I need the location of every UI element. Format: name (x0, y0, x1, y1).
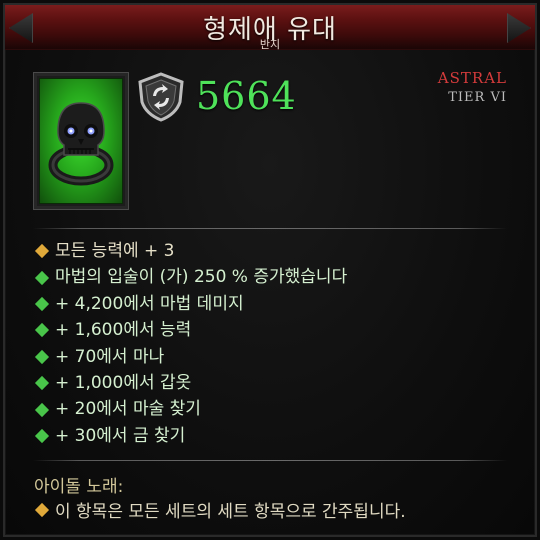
item-type: 반지 (259, 38, 281, 51)
item-image-background (39, 78, 123, 204)
affix-text: + 4,200에서 마법 데미지 (55, 293, 244, 314)
item-tier: TIER VI (448, 90, 507, 105)
diamond-bullet-icon (34, 323, 50, 338)
diamond-bullet-icon (34, 296, 50, 312)
diamond-bullet-icon (34, 376, 50, 391)
diamond-bullet-icon (34, 270, 50, 285)
diamond-bullet-icon (34, 244, 50, 259)
affix-row: + 4,200에서 마법 데미지 (34, 291, 347, 317)
affix-row: + 70에서 마나 (34, 344, 347, 370)
affix-text: 마법의 입술이 (가) 250 % 증가했습니다 (55, 267, 348, 288)
affix-text: 모든 능력에 + 3 (55, 241, 175, 261)
affix-row: + 1,000에서 갑옷 (34, 370, 347, 396)
diamond-bullet-icon (34, 502, 50, 517)
diamond-bullet-icon (34, 349, 50, 364)
affix-row: + 30에서 금 찾기 (34, 423, 347, 449)
affix-text: + 70에서 마나 (55, 346, 165, 367)
affix-text: + 1,600에서 능력 (55, 320, 192, 341)
affix-row: 모든 능력에 + 3 (34, 238, 347, 264)
power-icon-wrapper (136, 72, 186, 122)
affix-row: + 20에서 마술 찾기 (34, 396, 347, 422)
diamond-bullet-icon (34, 428, 50, 443)
item-power: 5664 (196, 74, 297, 118)
affix-list: 모든 능력에 + 3 마법의 입술이 (가) 250 % 증가했습니다 + 4,… (34, 238, 347, 449)
affix-text: + 1,000에서 갑옷 (55, 372, 192, 393)
affix-text: + 20에서 마술 찾기 (55, 399, 201, 420)
item-image-frame (33, 72, 129, 210)
affix-text: + 30에서 금 찾기 (55, 425, 186, 446)
diamond-bullet-icon (34, 402, 50, 417)
legend-text: 이 항목은 모든 세트의 세트 항목으로 간주됩니다. (55, 502, 406, 522)
affix-row: + 1,600에서 능력 (34, 317, 347, 343)
item-rarity: ASTRAL (437, 69, 507, 87)
skull-ring-icon (48, 102, 114, 186)
legend-header: 아이돌 노래: (34, 477, 124, 497)
legend-line: 이 항목은 모든 세트의 세트 항목으로 간주됩니다. (34, 497, 406, 522)
divider-top (33, 228, 507, 229)
shield-swirl-icon (138, 72, 184, 122)
affix-row: 마법의 입술이 (가) 250 % 증가했습니다 (34, 264, 347, 290)
title-bar: 형제애 유대 반지 (5, 5, 535, 51)
divider-bottom (33, 460, 507, 461)
